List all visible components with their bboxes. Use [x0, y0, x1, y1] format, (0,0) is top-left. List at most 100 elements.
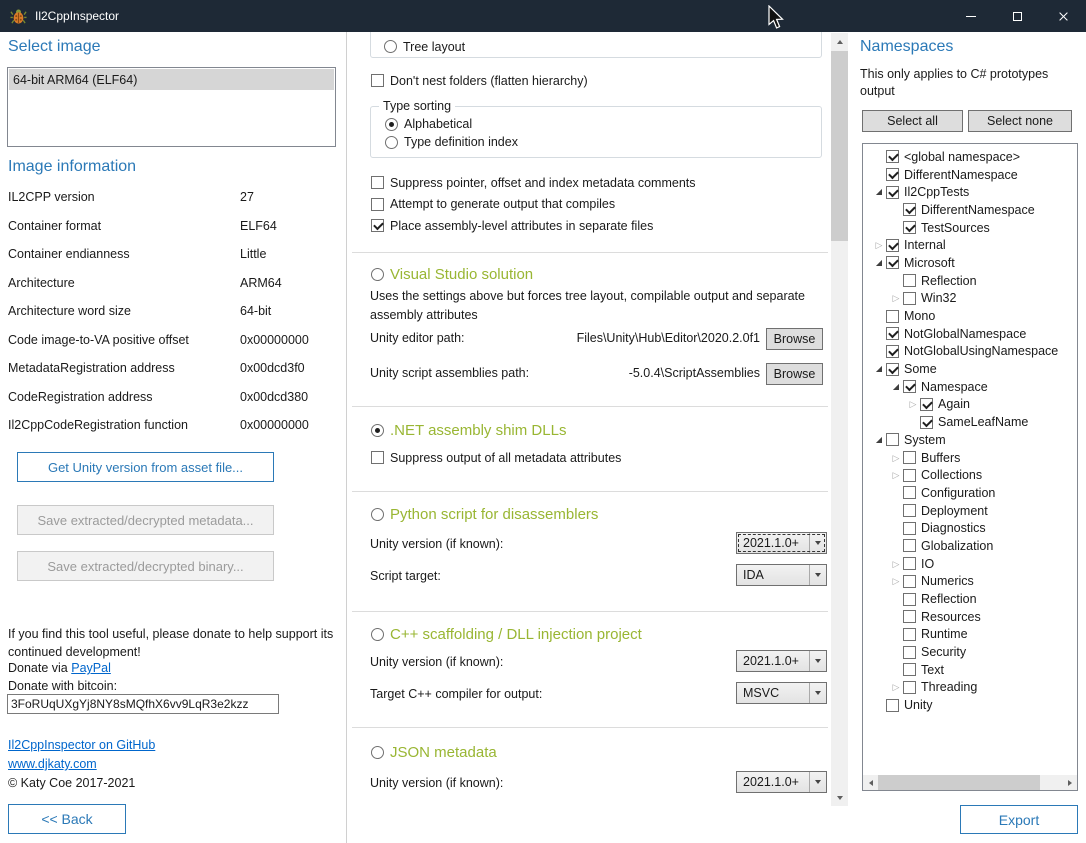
tree-item[interactable]: IO: [872, 555, 1077, 573]
script-target-dropdown[interactable]: IDA: [736, 564, 827, 586]
expander-icon[interactable]: [872, 433, 886, 447]
back-button[interactable]: << Back: [8, 804, 126, 834]
tree-item[interactable]: Reflection: [872, 272, 1077, 290]
cpp-radio-icon[interactable]: [371, 628, 384, 641]
namespace-checkbox[interactable]: [886, 310, 899, 323]
option-checkbox[interactable]: Suppress pointer, offset and index metad…: [371, 172, 696, 194]
checkbox-icon[interactable]: [371, 176, 384, 189]
options-vertical-scrollbar[interactable]: [831, 33, 848, 806]
tree-item[interactable]: NotGlobalUsingNamespace: [872, 343, 1077, 361]
select-none-button[interactable]: Select none: [968, 110, 1072, 132]
namespace-checkbox[interactable]: [903, 610, 916, 623]
image-listbox[interactable]: 64-bit ARM64 (ELF64): [7, 67, 336, 147]
json-metadata-radio[interactable]: JSON metadata: [371, 741, 497, 763]
namespace-checkbox[interactable]: [903, 203, 916, 216]
namespace-checkbox[interactable]: [903, 646, 916, 659]
expander-icon[interactable]: [872, 238, 886, 252]
tree-item[interactable]: Security: [872, 643, 1077, 661]
tree-item[interactable]: Globalization: [872, 537, 1077, 555]
flatten-hierarchy-checkbox[interactable]: Don't nest folders (flatten hierarchy): [371, 70, 588, 92]
tree-item[interactable]: NotGlobalNamespace: [872, 325, 1077, 343]
namespace-checkbox[interactable]: [903, 292, 916, 305]
shim-dlls-radio[interactable]: .NET assembly shim DLLs: [371, 419, 566, 441]
namespace-checkbox[interactable]: [903, 575, 916, 588]
cpp-compiler-dropdown[interactable]: MSVC: [736, 682, 827, 704]
image-list-item[interactable]: 64-bit ARM64 (ELF64): [9, 69, 334, 90]
scrollbar-thumb[interactable]: [878, 775, 1040, 790]
suppress-metadata-attributes-checkbox[interactable]: Suppress output of all metadata attribut…: [371, 447, 621, 469]
vs-radio-icon[interactable]: [371, 268, 384, 281]
checkbox-icon[interactable]: [371, 219, 384, 232]
tree-item[interactable]: Mono: [872, 307, 1077, 325]
json-radio-icon[interactable]: [371, 746, 384, 759]
tree-item[interactable]: Configuration: [872, 484, 1077, 502]
python-unity-version-dropdown[interactable]: 2021.1.0+: [736, 532, 827, 554]
namespace-checkbox[interactable]: [903, 628, 916, 641]
cpp-unity-version-dropdown[interactable]: 2021.1.0+: [736, 650, 827, 672]
expander-icon[interactable]: [872, 362, 886, 376]
python-radio-icon[interactable]: [371, 508, 384, 521]
cpp-scaffolding-radio[interactable]: C++ scaffolding / DLL injection project: [371, 623, 642, 645]
bitcoin-address-input[interactable]: [7, 694, 279, 714]
checkbox-icon[interactable]: [371, 198, 384, 211]
tree-item[interactable]: Numerics: [872, 573, 1077, 591]
chevron-down-icon[interactable]: [809, 683, 826, 703]
tree-item[interactable]: Runtime: [872, 626, 1077, 644]
expander-icon[interactable]: [889, 291, 903, 305]
checkbox-icon[interactable]: [371, 451, 384, 464]
maximize-button[interactable]: [994, 0, 1040, 32]
namespace-checkbox[interactable]: [886, 239, 899, 252]
json-unity-version-dropdown[interactable]: 2021.1.0+: [736, 771, 827, 793]
namespace-checkbox[interactable]: [903, 274, 916, 287]
namespace-checkbox[interactable]: [886, 345, 899, 358]
tree-item[interactable]: Microsoft: [872, 254, 1077, 272]
namespace-checkbox[interactable]: [903, 522, 916, 535]
namespace-checkbox[interactable]: [903, 681, 916, 694]
namespace-checkbox[interactable]: [920, 398, 933, 411]
tree-item[interactable]: Internal: [872, 236, 1077, 254]
namespace-checkbox[interactable]: [903, 486, 916, 499]
tree-item[interactable]: SameLeafName: [872, 413, 1077, 431]
namespace-checkbox[interactable]: [903, 504, 916, 517]
tree-item[interactable]: Again: [872, 396, 1077, 414]
browse-assemblies-path-button[interactable]: Browse: [766, 363, 823, 385]
tree-item[interactable]: Threading: [872, 679, 1077, 697]
radio-icon[interactable]: [385, 118, 398, 131]
namespace-checkbox[interactable]: [903, 221, 916, 234]
namespace-checkbox[interactable]: [886, 256, 899, 269]
browse-editor-path-button[interactable]: Browse: [766, 328, 823, 350]
expander-icon[interactable]: [872, 185, 886, 199]
tree-item[interactable]: Diagnostics: [872, 519, 1077, 537]
expander-icon[interactable]: [872, 256, 886, 270]
namespace-checkbox[interactable]: [903, 593, 916, 606]
namespace-checkbox[interactable]: [886, 168, 899, 181]
scroll-down-arrow-icon[interactable]: [831, 789, 848, 806]
namespace-checkbox[interactable]: [886, 363, 899, 376]
select-all-button[interactable]: Select all: [862, 110, 963, 132]
expander-icon[interactable]: [889, 451, 903, 465]
namespace-checkbox[interactable]: [903, 557, 916, 570]
expander-icon[interactable]: [889, 680, 903, 694]
tree-item[interactable]: Unity: [872, 696, 1077, 714]
tree-item[interactable]: Win32: [872, 290, 1077, 308]
tree-layout-radio[interactable]: Tree layout: [384, 36, 465, 58]
namespace-checkbox[interactable]: [886, 433, 899, 446]
tree-item[interactable]: Namespace: [872, 378, 1077, 396]
python-script-radio[interactable]: Python script for disassemblers: [371, 503, 598, 525]
minimize-button[interactable]: [948, 0, 994, 32]
chevron-down-icon[interactable]: [809, 772, 826, 792]
tree-layout-radio-icon[interactable]: [384, 40, 397, 53]
chevron-down-icon[interactable]: [809, 533, 826, 553]
scroll-right-arrow-icon[interactable]: [1062, 775, 1077, 790]
expander-icon[interactable]: [889, 557, 903, 571]
chevron-down-icon[interactable]: [809, 651, 826, 671]
option-checkbox[interactable]: Place assembly-level attributes in separ…: [371, 215, 696, 237]
option-checkbox[interactable]: Attempt to generate output that compiles: [371, 194, 696, 216]
expander-icon[interactable]: [889, 574, 903, 588]
namespace-checkbox[interactable]: [903, 539, 916, 552]
paypal-link[interactable]: PayPal: [71, 661, 111, 675]
tree-item[interactable]: System: [872, 431, 1077, 449]
scroll-up-arrow-icon[interactable]: [831, 33, 848, 50]
type-sorting-radio[interactable]: Alphabetical: [385, 115, 518, 133]
chevron-down-icon[interactable]: [809, 565, 826, 585]
